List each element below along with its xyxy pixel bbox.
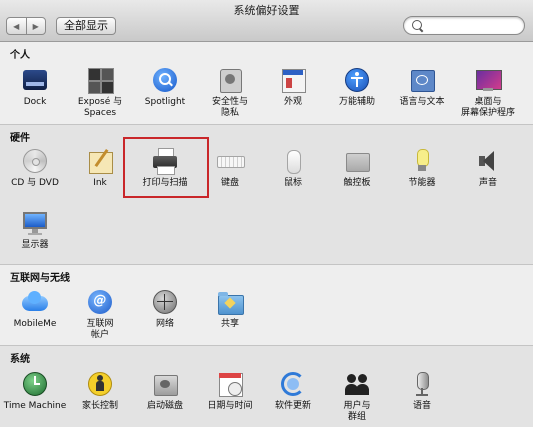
- appearance-icon: [279, 66, 307, 94]
- pref-label: Spotlight: [144, 97, 186, 107]
- keyboard-icon: [216, 147, 245, 175]
- pref-label: 网络: [155, 319, 174, 329]
- display-icon: [21, 209, 49, 237]
- pref-desktop-screensaver[interactable]: 桌面与 屏幕保护程序: [455, 66, 521, 119]
- pref-dock[interactable]: Dock: [2, 66, 68, 108]
- time-machine-icon: [21, 370, 49, 398]
- startup-disk-icon: [151, 370, 179, 398]
- system-preferences-window: 系统偏好设置 ◀ ▶ 全部显示 个人 Dock Exposé 与 Spaces …: [0, 0, 533, 427]
- pref-label: CD 与 DVD: [11, 178, 59, 188]
- pref-parental-controls[interactable]: 家长控制: [67, 370, 133, 412]
- pref-speech[interactable]: 语音: [389, 370, 455, 412]
- pref-label: 鼠标: [283, 178, 302, 188]
- pref-date-time[interactable]: 日期与时间: [197, 370, 263, 412]
- ink-icon: [86, 147, 114, 175]
- pref-label: Dock: [23, 97, 47, 107]
- language-text-icon: [408, 66, 436, 94]
- forward-button[interactable]: ▶: [25, 18, 46, 34]
- pref-label: 共享: [220, 319, 239, 329]
- pref-internet-accounts[interactable]: @ 互联网 帐户: [67, 288, 133, 341]
- users-groups-icon: [343, 370, 371, 398]
- mouse-icon: [279, 147, 307, 175]
- pref-label: 节能器: [408, 178, 436, 188]
- pref-network[interactable]: 网络: [132, 288, 198, 330]
- pref-label: 语言与文本: [399, 97, 445, 107]
- expose-spaces-icon: [86, 66, 114, 94]
- pref-language-text[interactable]: 语言与文本: [389, 66, 455, 108]
- section-title-internet: 互联网与无线: [10, 273, 70, 284]
- navigation-buttons: ◀ ▶: [6, 17, 46, 35]
- universal-access-icon: [343, 66, 371, 94]
- sound-icon: [474, 147, 502, 175]
- show-all-button[interactable]: 全部显示: [56, 17, 116, 35]
- software-update-icon: [279, 370, 307, 398]
- pref-label: 启动磁盘: [146, 401, 183, 411]
- speech-icon: [408, 370, 436, 398]
- pref-label: MobileMe: [13, 319, 57, 329]
- pref-spotlight[interactable]: Spotlight: [132, 66, 198, 108]
- internet-accounts-icon: @: [86, 288, 114, 316]
- search-input[interactable]: [426, 18, 520, 33]
- pref-startup-disk[interactable]: 启动磁盘: [132, 370, 198, 412]
- pref-label: 语音: [412, 401, 431, 411]
- pref-appearance[interactable]: 外观: [260, 66, 326, 108]
- dock-icon: [21, 66, 49, 94]
- section-internet-wireless: 互联网与无线 MobileMe @ 互联网 帐户 网络 共享: [0, 264, 533, 345]
- trackpad-icon: [343, 147, 371, 175]
- pref-software-update[interactable]: 软件更新: [260, 370, 326, 412]
- pref-label: 万能辅助: [338, 97, 375, 107]
- pref-displays[interactable]: 显示器: [2, 209, 68, 251]
- pref-label: 软件更新: [274, 401, 311, 411]
- parental-controls-icon: [86, 370, 114, 398]
- pref-label: 互联网 帐户: [86, 319, 114, 340]
- pref-label: Time Machine: [3, 401, 67, 411]
- pref-security-privacy[interactable]: 安全性与 隐私: [197, 66, 263, 119]
- pref-label: 显示器: [21, 240, 49, 250]
- highlight-box-print-scan: [123, 137, 209, 198]
- pref-mobileme[interactable]: MobileMe: [2, 288, 68, 330]
- pref-cd-dvd[interactable]: CD 与 DVD: [2, 147, 68, 189]
- section-hardware: 硬件 CD 与 DVD Ink 打印与扫描 键盘 鼠标 触控板 节能器 声音 显…: [0, 124, 533, 264]
- cd-dvd-icon: [21, 147, 49, 175]
- pref-time-machine[interactable]: Time Machine: [2, 370, 68, 412]
- sharing-icon: [216, 288, 244, 316]
- search-field[interactable]: [403, 16, 525, 35]
- section-title-personal: 个人: [10, 50, 30, 61]
- security-privacy-icon: [216, 66, 244, 94]
- desktop-screensaver-icon: [474, 66, 502, 94]
- pref-label: Exposé 与 Spaces: [77, 97, 123, 118]
- pref-users-groups[interactable]: 用户与 群组: [324, 370, 390, 423]
- pref-sound[interactable]: 声音: [455, 147, 521, 189]
- pref-mouse[interactable]: 鼠标: [260, 147, 326, 189]
- section-title-system: 系统: [10, 354, 30, 365]
- pref-label: 用户与 群组: [343, 401, 371, 422]
- energy-saver-icon: [408, 147, 436, 175]
- back-button[interactable]: ◀: [7, 18, 26, 34]
- pref-trackpad[interactable]: 触控板: [324, 147, 390, 189]
- date-time-icon: [216, 370, 244, 398]
- search-icon: [412, 20, 422, 30]
- title-bar: 系统偏好设置 ◀ ▶ 全部显示: [0, 0, 533, 42]
- pref-expose-spaces[interactable]: Exposé 与 Spaces: [67, 66, 133, 119]
- pref-label: 安全性与 隐私: [211, 97, 248, 118]
- pref-energy-saver[interactable]: 节能器: [389, 147, 455, 189]
- pref-label: 日期与时间: [207, 401, 253, 411]
- network-icon: [151, 288, 179, 316]
- section-system: 系统 Time Machine 家长控制 启动磁盘 日期与时间 软件更新 用户与…: [0, 345, 533, 427]
- pref-label: 桌面与 屏幕保护程序: [460, 97, 515, 118]
- section-title-hardware: 硬件: [10, 133, 30, 144]
- pref-label: 触控板: [343, 178, 371, 188]
- pref-sharing[interactable]: 共享: [197, 288, 263, 330]
- pref-label: 家长控制: [81, 401, 118, 411]
- mobileme-icon: [21, 288, 49, 316]
- section-personal: 个人 Dock Exposé 与 Spaces Spotlight 安全性与 隐…: [0, 42, 533, 124]
- pref-universal-access[interactable]: 万能辅助: [324, 66, 390, 108]
- spotlight-icon: [151, 66, 179, 94]
- pref-label: 声音: [478, 178, 497, 188]
- pref-label: 外观: [283, 97, 302, 107]
